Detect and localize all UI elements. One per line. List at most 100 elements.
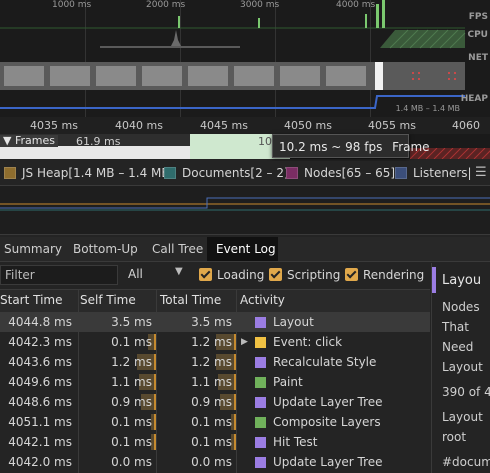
table-row[interactable]: 4048.6 ms 0.9 ms 0.9 ms Update Layer Tree (0, 392, 430, 412)
start-time-cell: 4044.8 ms (8, 315, 72, 329)
legend-js-heap[interactable]: JS Heap[1.4 MB – 1.4 MB] (4, 165, 174, 181)
activity-cell: Composite Layers (273, 415, 381, 429)
tooltip-label: Frame (392, 140, 430, 154)
table-row[interactable]: 4043.6 ms 1.2 ms 1.2 ms Recalculate Style (0, 352, 430, 372)
timeline-overview[interactable]: 1000 ms 2000 ms 3000 ms 4000 ms FPS CPU … (0, 0, 490, 117)
ruler-tick: 4050 ms (284, 119, 332, 132)
details-line: That (442, 320, 469, 334)
tab-bottom-up[interactable]: Bottom-Up (73, 237, 145, 261)
filter-input[interactable]: Filter (0, 265, 118, 285)
cpu-track-label: CPU (467, 30, 488, 40)
self-time-cell: 0.9 ms (111, 395, 152, 409)
category-select[interactable]: All (128, 267, 143, 281)
scripting-checkbox[interactable] (269, 268, 282, 281)
col-start-time[interactable]: Start Time (0, 293, 63, 307)
ruler-tick: 4035 ms (30, 119, 78, 132)
legend-listeners[interactable]: Listeners| (395, 165, 472, 181)
start-time-cell: 4049.6 ms (8, 375, 72, 389)
filter-bar: Filter All ▼ Loading Scripting Rendering (0, 263, 430, 287)
table-row[interactable]: 4042.1 ms 0.1 ms 0.1 ms Hit Test (0, 432, 430, 452)
total-time-cell: 1.1 ms (191, 375, 232, 389)
filter-placeholder: Filter (5, 268, 35, 282)
documents-checkbox[interactable] (164, 167, 176, 179)
total-time-cell: 0.1 ms (191, 415, 232, 429)
activity-cell: Update Layer Tree (273, 395, 383, 409)
legend-label: JS Heap[1.4 MB – 1.4 MB] (22, 166, 175, 180)
total-time-cell: 0.9 ms (191, 395, 232, 409)
activity-cell: Paint (273, 375, 303, 389)
col-activity[interactable]: Activity (240, 293, 285, 307)
activity-color-swatch (255, 437, 266, 448)
self-time-cell: 0.1 ms (111, 415, 152, 429)
details-pane: Layou Nodes That Need Layout 390 of 4 La… (431, 263, 490, 473)
details-link[interactable]: #docum (442, 455, 490, 469)
start-time-cell: 4042.1 ms (8, 435, 72, 449)
tab-event-log[interactable]: Event Log (207, 237, 278, 261)
expand-arrow-icon[interactable]: ▶ (241, 337, 248, 347)
legend-nodes[interactable]: Nodes[65 – 65] (286, 165, 395, 181)
details-line: Layout (442, 360, 483, 374)
col-total-time[interactable]: Total Time (160, 293, 221, 307)
select-arrow-icon[interactable]: ▼ (175, 266, 183, 277)
menu-icon[interactable]: ☰ (475, 165, 487, 180)
ruler-tick: 4045 ms (200, 119, 248, 132)
tab-summary[interactable]: Summary (4, 237, 64, 261)
table-row[interactable]: 4042.3 ms 0.1 ms 1.2 ms ▶ Event: click (0, 332, 430, 352)
self-time-cell: 3.5 ms (111, 315, 152, 329)
start-time-cell: 4048.6 ms (8, 395, 72, 409)
details-line: root (442, 430, 467, 444)
start-time-cell: 4043.6 ms (8, 355, 72, 369)
activity-color-swatch (255, 377, 266, 388)
activity-color-swatch (255, 337, 266, 348)
activity-color-swatch (255, 457, 266, 468)
legend-documents[interactable]: Documents[2 – 2] (164, 165, 289, 181)
legend-label: Documents[2 – 2] (182, 166, 289, 180)
activity-cell: Layout (273, 315, 314, 329)
frames-label-text: Frames (14, 134, 55, 147)
col-self-time[interactable]: Self Time (80, 293, 136, 307)
details-title: Layou (442, 273, 482, 288)
activity-cell: Hit Test (273, 435, 318, 449)
heap-range: 1.4 MB – 1.4 MB (395, 104, 460, 113)
net-track-label: NET (468, 53, 488, 63)
ruler-tick: 4040 ms (115, 119, 163, 132)
legend-label: Nodes[65 – 65] (304, 166, 396, 180)
loading-checkbox[interactable] (199, 268, 212, 281)
rendering-checkbox[interactable] (345, 268, 358, 281)
tooltip-timing: 10.2 ms ~ 98 fps (279, 140, 383, 154)
table-row[interactable]: 4042.0 ms 0.0 ms 0.0 ms Update Layer Tree (0, 452, 430, 472)
memory-legend: JS Heap[1.4 MB – 1.4 MB] Documents[2 – 2… (0, 161, 490, 186)
memory-graph (0, 186, 490, 235)
self-time-cell: 1.1 ms (111, 375, 152, 389)
activity-color-swatch (255, 397, 266, 408)
legend-label: Listeners| (413, 166, 472, 180)
start-time-cell: 4051.1 ms (8, 415, 72, 429)
total-time-cell: 0.1 ms (191, 435, 232, 449)
activity-color-swatch (255, 357, 266, 368)
activity-cell: Event: click (273, 335, 343, 349)
fps-track-label: FPS (468, 12, 488, 22)
frames-label[interactable]: ▼ Frames (0, 135, 58, 147)
self-time-cell: 0.0 ms (111, 455, 152, 469)
nodes-checkbox[interactable] (286, 167, 298, 179)
frame-duration: 61.9 ms (76, 135, 121, 148)
layout-color-marker (432, 267, 436, 293)
table-row[interactable]: 4044.8 ms 3.5 ms 3.5 ms Layout (0, 312, 430, 332)
start-time-cell: 4042.0 ms (8, 455, 72, 469)
tab-call-tree[interactable]: Call Tree (152, 237, 206, 261)
rendering-label: Rendering (363, 268, 425, 282)
listeners-checkbox[interactable] (395, 167, 407, 179)
category-select-value: All (128, 267, 143, 281)
frame-tooltip: 10.2 ms ~ 98 fps Frame (272, 134, 430, 158)
total-time-cell: 1.2 ms (191, 355, 232, 369)
frame-duration: 10 (258, 135, 272, 148)
details-tabs: Summary Bottom-Up Call Tree Event Log (0, 237, 490, 262)
total-time-cell: 0.0 ms (191, 455, 232, 469)
details-line: Nodes (442, 300, 480, 314)
table-row[interactable]: 4051.1 ms 0.1 ms 0.1 ms Composite Layers (0, 412, 430, 432)
js-heap-checkbox[interactable] (4, 167, 16, 179)
table-row[interactable]: 4049.6 ms 1.1 ms 1.1 ms Paint (0, 372, 430, 392)
total-time-cell: 1.2 ms (191, 335, 232, 349)
self-time-cell: 0.1 ms (111, 435, 152, 449)
memory-graph-lines (0, 197, 490, 211)
